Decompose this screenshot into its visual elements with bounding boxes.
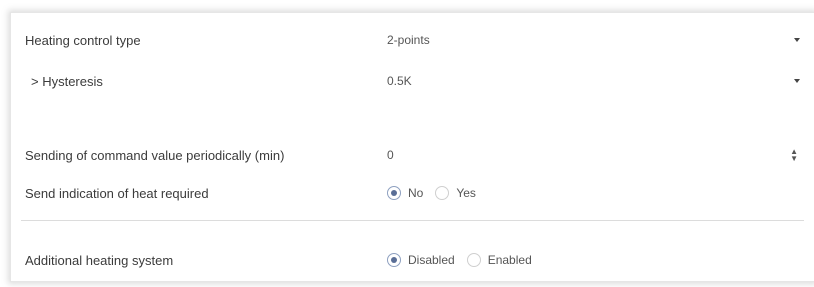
heat-required-label: Send indication of heat required (25, 185, 209, 201)
row-hysteresis: > Hysteresis 0.5K (11, 66, 814, 96)
command-period-input[interactable]: 0 ▲ ▼ (385, 143, 806, 167)
radio-enabled-label: Enabled (487, 253, 532, 267)
command-period-label: Sending of command value periodically (m… (25, 147, 285, 163)
additional-heating-radio-group: Disabled Enabled (387, 253, 532, 267)
heat-required-radio-group: No Yes (387, 186, 476, 200)
hysteresis-select[interactable]: 0.5K (385, 69, 806, 93)
radio-yes-label: Yes (456, 186, 476, 200)
spinner-arrows-icon[interactable]: ▲ ▼ (790, 148, 798, 163)
heating-control-type-value: 2-points (387, 33, 430, 47)
radio-enabled[interactable] (466, 253, 481, 267)
hysteresis-value: 0.5K (387, 74, 412, 88)
additional-heating-label: Additional heating system (25, 252, 174, 268)
radio-yes[interactable] (435, 186, 450, 200)
chevron-down-icon (794, 38, 800, 42)
hysteresis-label: > Hysteresis (31, 73, 103, 89)
chevron-down-icon (794, 79, 800, 83)
parameter-panel: Heating control type 2-points > Hysteres… (10, 12, 814, 282)
spin-down-icon[interactable]: ▼ (790, 155, 798, 163)
radio-no[interactable] (387, 186, 401, 200)
row-heating-control-type: Heating control type 2-points (11, 25, 814, 55)
command-period-value: 0 (387, 148, 394, 162)
row-command-period: Sending of command value periodically (m… (11, 140, 814, 170)
divider (21, 220, 804, 221)
heating-control-type-label: Heating control type (25, 32, 141, 48)
row-heat-required: Send indication of heat required No Yes (11, 178, 814, 208)
row-additional-heating: Additional heating system Disabled Enabl… (11, 245, 814, 275)
radio-disabled[interactable] (387, 253, 401, 267)
heating-control-type-select[interactable]: 2-points (385, 28, 806, 52)
radio-disabled-label: Disabled (408, 253, 455, 267)
radio-no-label: No (408, 186, 424, 200)
